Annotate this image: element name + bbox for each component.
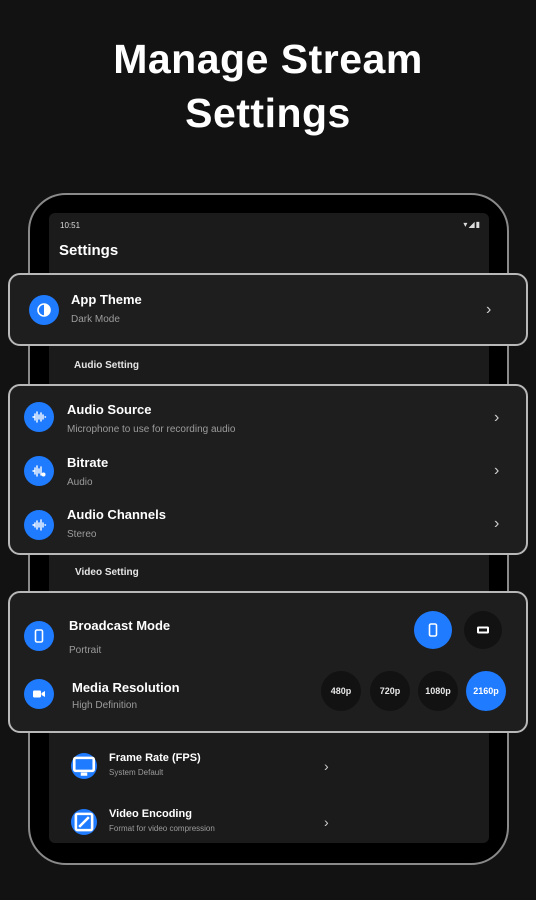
video-encoding-title: Video Encoding	[109, 808, 192, 820]
app-theme-title: App Theme	[71, 292, 142, 307]
chevron-right-icon: ›	[494, 462, 500, 479]
resolution-480p-button[interactable]: 480p	[321, 671, 361, 711]
chevron-right-icon: ›	[494, 409, 500, 426]
frame-rate-subtitle: System Default	[109, 768, 164, 777]
portrait-mode-button[interactable]	[414, 611, 452, 649]
bitrate-subtitle: Audio	[67, 477, 93, 488]
resolution-720p-button[interactable]: 720p	[370, 671, 410, 711]
status-time: 10:51	[60, 221, 81, 230]
audio-source-subtitle: Microphone to use for recording audio	[67, 424, 236, 435]
media-resolution-subtitle: High Definition	[72, 700, 138, 711]
frame-rate-icon	[71, 753, 97, 779]
status-icons: ▾◢▮	[463, 220, 481, 229]
media-resolution-title: Media Resolution	[72, 680, 180, 695]
audio-settings-card: Audio Source Microphone to use for recor…	[8, 384, 528, 555]
video-section-label: Video Setting	[75, 567, 139, 578]
resolution-2160p-button[interactable]: 2160p	[466, 671, 506, 711]
app-theme-subtitle: Dark Mode	[71, 314, 120, 325]
video-camera-icon	[24, 679, 54, 709]
app-theme-card[interactable]: App Theme Dark Mode ›	[8, 273, 528, 346]
theme-icon	[29, 295, 59, 325]
landscape-mode-button[interactable]	[464, 611, 502, 649]
video-settings-card: Broadcast Mode Portrait Media Resolution…	[8, 591, 528, 733]
bitrate-icon	[24, 456, 54, 486]
frame-rate-row[interactable]: Frame Rate (FPS) System Default ›	[71, 750, 471, 786]
bitrate-row[interactable]: Bitrate Audio ›	[10, 442, 526, 494]
audio-wave-icon	[24, 402, 54, 432]
screen-title: Settings	[59, 242, 119, 259]
audio-channels-row[interactable]: Audio Channels Stereo ›	[10, 494, 526, 552]
resolution-1080p-button[interactable]: 1080p	[418, 671, 458, 711]
chevron-right-icon: ›	[324, 758, 329, 774]
audio-channels-subtitle: Stereo	[67, 529, 97, 540]
audio-channels-icon	[24, 510, 54, 540]
broadcast-mode-title: Broadcast Mode	[69, 618, 171, 633]
video-encoding-subtitle: Format for video compression	[109, 824, 215, 833]
video-encoding-icon	[71, 809, 97, 835]
audio-section-label: Audio Setting	[74, 360, 139, 371]
audio-source-row[interactable]: Audio Source Microphone to use for recor…	[10, 386, 526, 442]
headline-line1: Manage Stream	[113, 36, 423, 82]
broadcast-mode-subtitle: Portrait	[69, 645, 102, 656]
headline-line2: Settings	[185, 90, 351, 136]
chevron-right-icon: ›	[324, 814, 329, 830]
portrait-mode-icon	[24, 621, 54, 651]
chevron-right-icon: ›	[486, 301, 492, 318]
chevron-right-icon: ›	[494, 515, 500, 532]
video-encoding-row[interactable]: Video Encoding Format for video compress…	[71, 806, 471, 842]
frame-rate-title: Frame Rate (FPS)	[109, 752, 201, 764]
audio-source-title: Audio Source	[67, 402, 152, 417]
bitrate-title: Bitrate	[67, 455, 109, 470]
audio-channels-title: Audio Channels	[67, 507, 166, 522]
